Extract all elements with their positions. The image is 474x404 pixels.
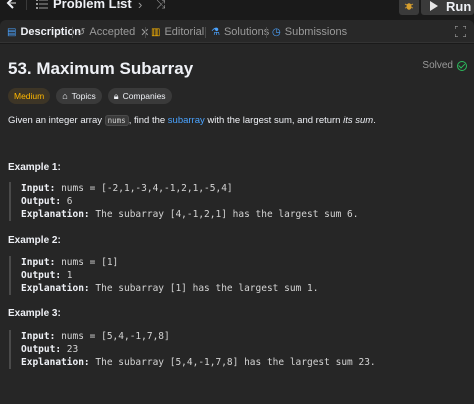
page-title: 53. Maximum Subarray [8,59,194,78]
statement-text: , find the [128,115,168,126]
topics-label: Topics [71,91,96,101]
input-label: Input: [21,331,56,342]
tab-label: Submissions [284,26,348,38]
debug-button[interactable] [399,0,419,15]
input-label: Input: [21,183,56,194]
run-button[interactable]: Run [421,0,474,15]
output-value: 6 [66,196,73,207]
tag-icon: ⌂ [62,91,68,101]
solved-label: Solved [422,60,453,71]
leetcode-logo-icon[interactable] [4,0,18,10]
explanation-label: Explanation: [21,357,90,368]
example-block: Input: nums = [5,4,-1,7,8] Output: 23 Ex… [9,330,376,369]
statement-text: . [373,115,376,126]
expand-icon[interactable] [455,26,466,37]
problem-statement: Given an integer array nums, find the su… [8,115,376,126]
input-value: nums = [-2,1,-3,4,-1,2,1,-5,4] [61,183,233,194]
list-icon [36,0,48,9]
bug-icon [404,3,414,10]
example-block: Input: nums = [-2,1,-3,4,-1,2,1,-5,4] Ou… [9,182,358,221]
tab-submissions[interactable]: ◷ Submissions [272,24,347,40]
output-value: 1 [66,270,73,281]
problem-description-panel: 53. Maximum Subarray Solved Medium ⌂ Top… [0,44,474,404]
run-label: Run [446,0,472,14]
output-value: 23 [66,344,79,355]
tab-label: Accepted [89,26,136,38]
divider [145,27,146,38]
lock-icon: 🔒︎ [113,90,119,101]
check-circle-icon [457,60,467,71]
play-icon [430,1,438,11]
input-value: nums = [5,4,-1,7,8] [61,331,170,342]
statement-text: Given an integer array [8,115,105,126]
output-label: Output: [21,270,62,281]
book-icon: ▥ [151,26,161,38]
tab-solutions[interactable]: ⚗ Solutions [211,24,269,40]
companies-button[interactable]: 🔒︎ Companies [107,88,172,104]
statement-text: with the largest sum, and return [204,115,344,126]
top-navigation-bar: Problem List ‹ › ⤨ Run [0,0,474,16]
example-title: Example 3: [8,308,61,319]
inline-code: nums [104,115,129,126]
tab-label: Editorial [164,26,205,38]
emphasis-text: its sum [343,115,374,126]
example-title: Example 2: [8,235,61,246]
tab-bar: ▤ Description ↺ Accepted ✕ ▥ Editorial ⚗… [0,20,474,43]
example-block: Input: nums = [1] Output: 1 Explanation:… [9,256,318,295]
divider [266,27,267,38]
tag-row: Medium ⌂ Topics 🔒︎ Companies [8,88,172,104]
tab-editorial[interactable]: ▥ Editorial [151,24,204,40]
explanation-label: Explanation: [21,283,90,294]
input-label: Input: [21,257,56,268]
explanation-label: Explanation: [21,209,90,220]
companies-label: Companies [122,91,166,101]
input-value: nums = [1] [61,257,119,268]
solved-status: Solved [422,60,467,71]
tab-accepted[interactable]: ↺ Accepted ✕ [77,24,149,40]
tab-description[interactable]: ▤ Description [7,24,81,40]
explanation-value: The subarray [1] has the largest sum 1. [95,283,319,294]
explanation-value: The subarray [4,-1,2,1] has the largest … [95,209,359,220]
document-icon: ▤ [7,26,17,38]
output-label: Output: [21,196,62,207]
clock-icon: ◷ [272,26,281,38]
divider [205,27,206,38]
previous-problem-chevron-icon[interactable]: ‹ [117,0,121,12]
output-label: Output: [21,344,62,355]
explanation-value: The subarray [5,4,-1,7,8] has the larges… [95,357,376,368]
tab-label: Solutions [223,26,270,38]
difficulty-badge: Medium [8,88,51,104]
next-problem-chevron-icon[interactable]: › [138,0,142,12]
topics-button[interactable]: ⌂ Topics [56,88,102,104]
divider [26,0,27,10]
subarray-link[interactable]: subarray [168,115,205,126]
example-title: Example 1: [8,162,61,173]
shuffle-icon[interactable]: ⤨ [156,0,166,12]
divider [72,27,73,38]
history-icon: ↺ [77,26,86,38]
flask-icon: ⚗ [211,26,220,38]
